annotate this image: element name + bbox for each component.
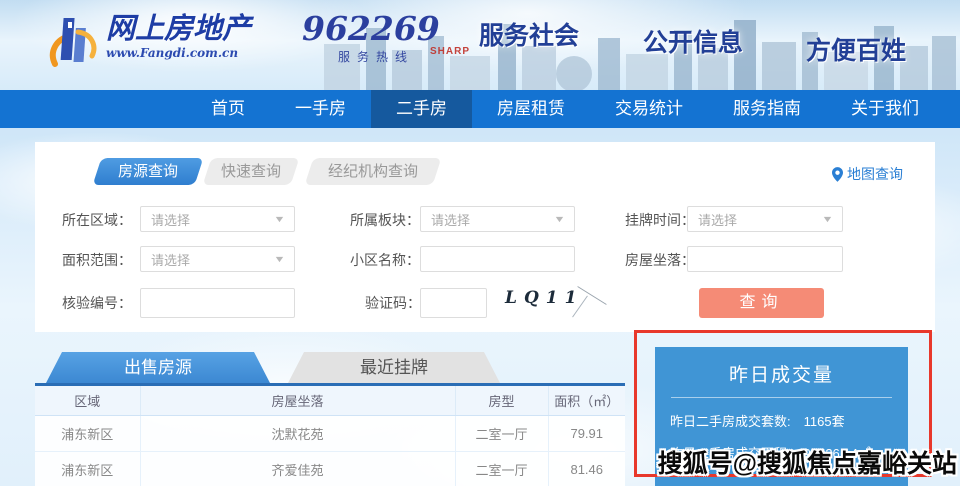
nav-item-rental[interactable]: 房屋租赁	[472, 90, 590, 128]
stat-deal-count: 昨日二手房成交套数: 1165套	[670, 411, 908, 430]
logo-building-icon	[48, 12, 98, 72]
verify-code-input[interactable]	[140, 288, 295, 318]
estate-name-label: 小区名称：	[350, 246, 420, 274]
nav-item-service-guide[interactable]: 服务指南	[708, 90, 826, 128]
captcha-image[interactable]: LQ11	[497, 288, 615, 318]
col-header-area: 面积（㎡）	[548, 385, 625, 416]
stat-value: 1165套	[804, 411, 845, 430]
house-location-label: 房屋坐落：	[625, 246, 695, 274]
main-nav: 首页 一手房 二手房 房屋租赁 交易统计 服务指南 关于我们	[0, 90, 960, 128]
site-logo[interactable]: 网上房地产 www.Fangdi.com.cn	[48, 12, 251, 72]
table-header-row: 区域 房屋坐落 房型 面积（㎡）	[35, 385, 625, 416]
logo-url: www.Fangdi.com.cn	[106, 46, 251, 60]
stat-label: 昨日二手房成交套数:	[670, 411, 791, 430]
estate-name-input[interactable]	[420, 246, 575, 272]
chevron-down-icon: ▼	[553, 214, 565, 224]
hotline: 962269 服务热线	[302, 12, 440, 65]
captcha-input[interactable]	[420, 288, 487, 318]
page: SHARP 网上房地产 www.Fangdi.com.cn 962269 服务热…	[0, 0, 960, 486]
listing-time-label: 挂牌时间：	[625, 206, 695, 234]
col-header-location: 房屋坐落	[140, 385, 455, 416]
plate-label: 所属板块：	[350, 206, 420, 234]
nav-item-transaction-stats[interactable]: 交易统计	[590, 90, 708, 128]
map-search-link[interactable]: 地图查询	[832, 164, 903, 184]
tab-homes-for-sale[interactable]: 出售房源	[46, 352, 270, 383]
col-header-district: 区域	[35, 385, 140, 416]
listing-time-select[interactable]: 请选择 ▼	[687, 206, 843, 232]
top-banner: SHARP 网上房地产 www.Fangdi.com.cn 962269 服务热…	[0, 0, 960, 90]
chevron-down-icon: ▼	[273, 214, 285, 224]
location-pin-icon	[832, 167, 843, 182]
query-panel: 房源查询 快速查询 经纪机构查询 地图查询 所在区域： 请选择 ▼ 所属板块： …	[35, 142, 935, 332]
hotline-label: 服务热线	[338, 48, 440, 65]
nav-item-new-homes[interactable]: 一手房	[270, 90, 371, 128]
nav-item-home[interactable]: 首页	[186, 90, 270, 128]
chevron-down-icon: ▼	[821, 214, 833, 224]
table-row[interactable]: 浦东新区 齐爱佳苑 二室一厅 81.46	[35, 452, 625, 486]
nav-item-secondhand-homes[interactable]: 二手房	[371, 90, 472, 128]
hotline-number: 962269	[302, 12, 440, 46]
col-header-layout: 房型	[455, 385, 548, 416]
nav-item-about-us[interactable]: 关于我们	[826, 90, 944, 128]
tab-quick-search[interactable]: 快速查询	[203, 158, 300, 185]
slogan-convenience: 方便百姓	[806, 31, 906, 67]
area-range-select[interactable]: 请选择 ▼	[140, 246, 295, 272]
plate-select[interactable]: 请选择 ▼	[420, 206, 575, 232]
stats-panel-title: 昨日成交量	[655, 360, 908, 387]
tab-recently-listed[interactable]: 最近挂牌	[288, 352, 500, 383]
watermark-text: 搜狐号@搜狐焦点嘉峪关站	[658, 444, 957, 480]
region-select[interactable]: 请选择 ▼	[140, 206, 295, 232]
map-search-label: 地图查询	[847, 164, 903, 184]
chevron-down-icon: ▼	[273, 254, 285, 264]
region-label: 所在区域：	[62, 206, 132, 234]
slogan-open-information: 公开信息	[643, 23, 743, 59]
stats-divider	[671, 397, 892, 398]
captcha-label: 验证码：	[365, 289, 421, 317]
house-location-input[interactable]	[687, 246, 843, 272]
table-row[interactable]: 浦东新区 沈默花苑 二室一厅 79.91	[35, 416, 625, 452]
verify-code-label: 核验编号：	[62, 289, 132, 317]
logo-title: 网上房地产	[106, 12, 251, 44]
search-button[interactable]: 查询	[699, 288, 824, 318]
slogan-serve-society: 服务社会	[479, 16, 579, 52]
area-range-label: 面积范围：	[62, 246, 132, 274]
listings-table: 区域 房屋坐落 房型 面积（㎡） 浦东新区 沈默花苑 二室一厅 79.91 浦东…	[35, 383, 625, 486]
tab-house-search[interactable]: 房源查询	[93, 158, 204, 185]
tab-agency-search[interactable]: 经纪机构查询	[305, 158, 442, 185]
